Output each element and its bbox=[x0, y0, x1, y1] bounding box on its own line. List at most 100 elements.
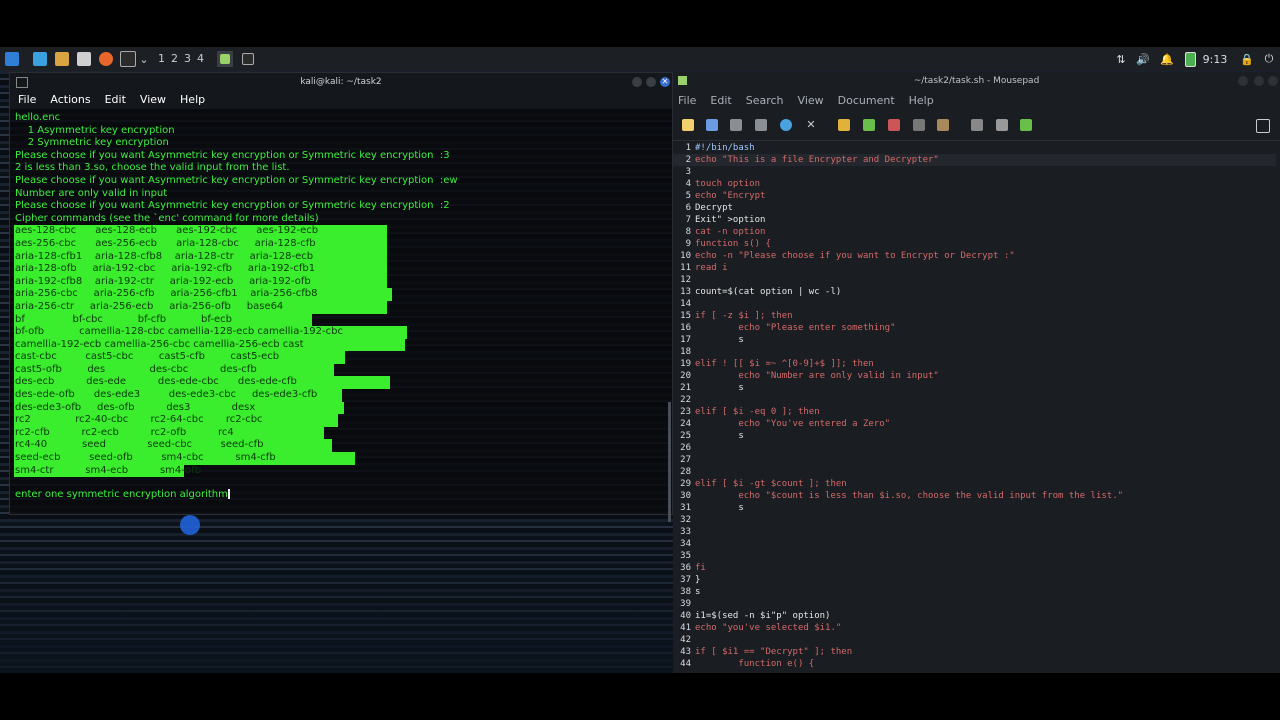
workspace-4[interactable]: 4 bbox=[194, 52, 207, 65]
reload-icon[interactable] bbox=[780, 119, 792, 131]
code-text: Exit" >option bbox=[695, 215, 766, 225]
code-line: 21 s bbox=[673, 382, 1276, 394]
undo-icon[interactable] bbox=[838, 119, 850, 131]
firefox-icon[interactable] bbox=[98, 51, 114, 67]
line-number: 1 bbox=[685, 143, 691, 153]
menu-file[interactable]: File bbox=[18, 91, 36, 109]
code-line: 25 s bbox=[673, 430, 1276, 442]
cipher-row: sm4-ctr sm4-ecb sm4-ofb bbox=[14, 464, 672, 478]
cipher-row: des-ecb des-ede des-ede-cbc des-ede-cfb bbox=[14, 376, 672, 390]
goto-line-icon[interactable] bbox=[1020, 119, 1032, 131]
code-line: 32 bbox=[673, 514, 1276, 526]
line-number: 25 bbox=[680, 431, 691, 441]
line-number: 13 bbox=[680, 287, 691, 297]
code-text: elif ! [[ $i =~ ^[0-9]+$ ]]; then bbox=[695, 359, 874, 369]
code-line: 39 bbox=[673, 598, 1276, 610]
workspace-2[interactable]: 2 bbox=[168, 52, 181, 65]
menu-actions[interactable]: Actions bbox=[50, 91, 90, 109]
copy-icon[interactable] bbox=[913, 119, 925, 131]
cipher-row-text: sm4-ctr sm4-ecb sm4-ofb bbox=[15, 464, 202, 476]
code-text: echo "you've selected $i1." bbox=[695, 623, 842, 633]
code-line: 33 bbox=[673, 526, 1276, 538]
code-text: Decrypt bbox=[695, 203, 733, 213]
lock-icon[interactable]: 🔒 bbox=[1240, 51, 1254, 67]
editor-close-button[interactable] bbox=[1268, 76, 1278, 86]
editor-menu-search[interactable]: Search bbox=[746, 92, 784, 110]
text-editor-icon[interactable] bbox=[76, 51, 92, 67]
menu-view[interactable]: View bbox=[140, 91, 166, 109]
redo-icon[interactable] bbox=[863, 119, 875, 131]
editor-text-area[interactable]: 1 #!/bin/bash 2 echo "This is a file Encryp… bbox=[673, 142, 1276, 673]
editor-menu-document[interactable]: Document bbox=[838, 92, 895, 110]
terminal-line: hello.enc bbox=[15, 112, 61, 123]
chevron-down-icon[interactable]: ⌄ bbox=[139, 51, 149, 67]
code-line: 23 elif [ $i -eq 0 ]; then bbox=[673, 406, 1276, 418]
code-text: s bbox=[695, 587, 701, 597]
line-number: 22 bbox=[680, 395, 691, 405]
terminal-titlebar[interactable]: kali@kali: ~/task2 ✕ bbox=[10, 73, 672, 91]
line-number: 26 bbox=[680, 443, 691, 453]
editor-menu-file[interactable]: File bbox=[678, 92, 696, 110]
kali-menu-icon[interactable] bbox=[3, 51, 21, 67]
editor-menu-view[interactable]: View bbox=[798, 92, 824, 110]
line-number: 28 bbox=[680, 467, 691, 477]
open-file-icon[interactable] bbox=[706, 119, 718, 131]
editor-minimize-button[interactable] bbox=[1238, 76, 1248, 86]
clock[interactable]: 9:13 bbox=[1202, 51, 1228, 67]
line-number: 27 bbox=[680, 455, 691, 465]
terminal-output[interactable]: hello.enc 1 Asymmetric key encryption 2 … bbox=[14, 112, 672, 514]
volume-icon[interactable]: 🔊 bbox=[1136, 51, 1150, 67]
notification-bell-icon[interactable]: 🔔 bbox=[1160, 51, 1174, 67]
code-line: 1 #!/bin/bash bbox=[673, 142, 1276, 154]
terminal-icon[interactable] bbox=[120, 51, 136, 67]
code-line: 15 if [ -z $i ]; then bbox=[673, 310, 1276, 322]
terminal-scrollbar[interactable] bbox=[668, 402, 671, 522]
code-text: echo "This is a file Encrypter and Decry… bbox=[695, 155, 939, 165]
editor-menu-help[interactable]: Help bbox=[909, 92, 934, 110]
mousepad-window[interactable]: ~/task2/task.sh - Mousepad File Edit Sea… bbox=[673, 72, 1280, 673]
desktop-screen: ⌄ 1 2 3 4 ⇅ 🔊 🔔 9:13 🔒 ⏻ kali@kali: ~/ta… bbox=[0, 47, 1280, 673]
editor-menu-edit[interactable]: Edit bbox=[710, 92, 731, 110]
cipher-row: cast5-ofb des des-cbc des-cfb bbox=[14, 363, 672, 377]
close-tab-icon[interactable]: ✕ bbox=[805, 119, 817, 131]
cipher-row-text: bf-ofb camellia-128-cbc camellia-128-ecb… bbox=[15, 326, 343, 338]
menu-help[interactable]: Help bbox=[180, 91, 205, 109]
file-manager-icon[interactable] bbox=[54, 51, 70, 67]
close-button[interactable]: ✕ bbox=[660, 77, 670, 87]
editor-titlebar[interactable]: ~/task2/task.sh - Mousepad bbox=[673, 72, 1280, 90]
code-line: 10 echo -n "Please choose if you want to … bbox=[673, 250, 1276, 262]
line-number: 24 bbox=[680, 419, 691, 429]
minimize-button[interactable] bbox=[632, 77, 642, 87]
task-mousepad-icon[interactable] bbox=[217, 51, 233, 67]
code-line: 19 elif ! [[ $i =~ ^[0-9]+$ ]]; then bbox=[673, 358, 1276, 370]
workspace-1[interactable]: 1 bbox=[155, 52, 168, 65]
paste-icon[interactable] bbox=[937, 119, 949, 131]
terminal-window[interactable]: kali@kali: ~/task2 ✕ File Actions Edit V… bbox=[9, 72, 673, 535]
show-desktop-icon[interactable] bbox=[32, 51, 48, 67]
fullscreen-icon[interactable] bbox=[1256, 119, 1270, 133]
code-text: function s() { bbox=[695, 239, 771, 249]
code-text: echo "You've entered a Zero" bbox=[695, 419, 891, 429]
maximize-button[interactable] bbox=[646, 77, 656, 87]
menu-edit[interactable]: Edit bbox=[105, 91, 126, 109]
terminal-line: Cipher commands (see the `enc' command f… bbox=[15, 212, 319, 224]
find-icon[interactable] bbox=[971, 119, 983, 131]
save-as-icon[interactable] bbox=[755, 119, 767, 131]
network-icon[interactable]: ⇅ bbox=[1114, 51, 1128, 67]
code-text: elif [ $i -gt $count ]; then bbox=[695, 479, 847, 489]
cut-icon[interactable] bbox=[888, 119, 900, 131]
code-line: 16 echo "Please enter something" bbox=[673, 322, 1276, 334]
power-icon[interactable]: ⏻ bbox=[1262, 51, 1276, 67]
task-terminal-icon[interactable] bbox=[240, 51, 256, 67]
line-number: 34 bbox=[680, 539, 691, 549]
new-file-icon[interactable] bbox=[682, 119, 694, 131]
battery-icon[interactable] bbox=[1183, 51, 1197, 67]
editor-maximize-button[interactable] bbox=[1254, 76, 1264, 86]
workspace-3[interactable]: 3 bbox=[181, 52, 194, 65]
code-text: touch option bbox=[695, 179, 761, 189]
line-number: 9 bbox=[685, 239, 691, 249]
save-icon[interactable] bbox=[730, 119, 742, 131]
find-replace-icon[interactable] bbox=[996, 119, 1008, 131]
code-line: 4 touch option bbox=[673, 178, 1276, 190]
terminal-line: 1 Asymmetric key encryption bbox=[15, 124, 175, 136]
